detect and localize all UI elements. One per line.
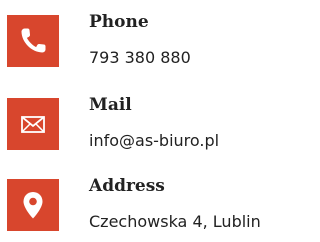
contact-item-address: Address Czechowska 4, Lublin (0, 173, 300, 235)
contact-item-phone: Phone 793 380 880 (0, 9, 300, 71)
mail-title: Mail (89, 95, 132, 115)
mail-icon (7, 98, 59, 150)
address-title: Address (89, 176, 165, 196)
email-address[interactable]: info@as-biuro.pl (89, 130, 219, 152)
street-address: Czechowska 4, Lublin (89, 212, 261, 231)
contact-list: Phone 793 380 880 Mail info@as-biuro.pl … (0, 0, 300, 242)
phone-number[interactable]: 793 380 880 (89, 47, 191, 69)
contact-item-mail: Mail info@as-biuro.pl (0, 92, 300, 154)
phone-title: Phone (89, 12, 149, 32)
phone-icon (7, 15, 59, 67)
location-pin-icon (7, 179, 59, 231)
